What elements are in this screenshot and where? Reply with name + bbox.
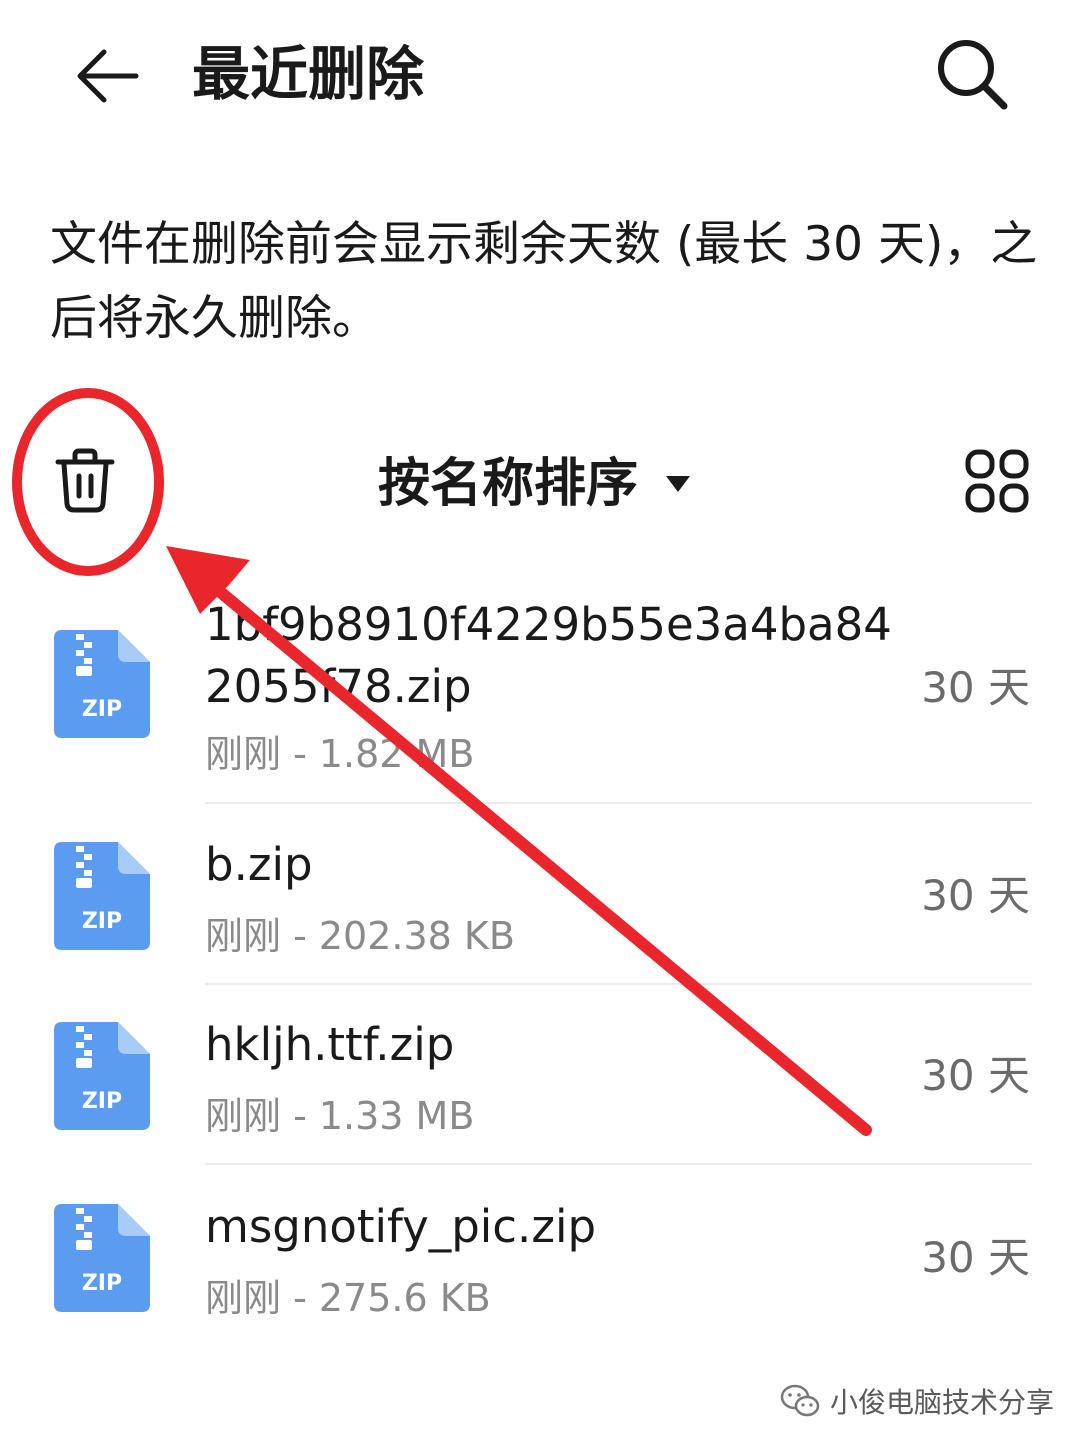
- search-button[interactable]: [930, 32, 1014, 116]
- arrow-left-icon: [77, 49, 139, 103]
- days-remaining: 30 天: [921, 1233, 1030, 1282]
- file-name: msgnotify_pic.zip: [205, 1200, 597, 1253]
- watermark: 小俊电脑技术分享: [780, 1376, 1054, 1426]
- file-list-item[interactable]: ZIP b.zip 刚刚 - 202.38 KB 30 天: [0, 820, 1080, 985]
- file-name: hkljh.ttf.zip: [205, 1018, 455, 1071]
- file-meta: 刚刚 - 275.6 KB: [205, 1276, 491, 1320]
- zip-file-icon: ZIP: [54, 1204, 150, 1312]
- zip-label: ZIP: [82, 1089, 122, 1114]
- file-meta: 刚刚 - 202.38 KB: [205, 914, 515, 958]
- page-title: 最近删除: [192, 40, 425, 108]
- zip-label: ZIP: [82, 909, 122, 934]
- days-remaining: 30 天: [921, 663, 1030, 712]
- caret-down-icon: [666, 476, 691, 492]
- file-list-item[interactable]: ZIP msgnotify_pic.zip 刚刚 - 275.6 KB 30 天: [0, 1182, 1080, 1347]
- zip-file-icon: ZIP: [54, 842, 150, 950]
- file-meta: 刚刚 - 1.33 MB: [205, 1094, 475, 1138]
- divider: [205, 802, 1032, 804]
- file-list-item[interactable]: ZIP hkljh.ttf.zip 刚刚 - 1.33 MB 30 天: [0, 1000, 1080, 1165]
- wechat-icon: [780, 1384, 820, 1417]
- zip-file-icon: ZIP: [54, 1022, 150, 1130]
- days-remaining: 30 天: [921, 871, 1030, 920]
- watermark-text: 小俊电脑技术分享: [830, 1386, 1055, 1419]
- divider: [205, 983, 1032, 985]
- file-meta: 刚刚 - 1.82 MB: [205, 732, 475, 776]
- retention-info-text: 文件在删除前会显示剩余天数 (最长 30 天)，之后将永久删除。: [50, 217, 1038, 346]
- trash-icon: [55, 448, 115, 513]
- search-icon: [938, 40, 1008, 110]
- zip-label: ZIP: [82, 1271, 122, 1296]
- sort-by-name-dropdown[interactable]: 按名称排序: [378, 446, 692, 522]
- grid-view-button[interactable]: [964, 448, 1030, 514]
- file-list-item[interactable]: ZIP 1bf9b8910f4229b55e3a4ba842055f78.zip…: [0, 590, 1080, 805]
- file-name: b.zip: [205, 838, 313, 891]
- sort-label: 按名称排序: [378, 454, 639, 514]
- file-name: 1bf9b8910f4229b55e3a4ba842055f78.zip: [205, 598, 892, 713]
- zip-file-icon: ZIP: [54, 630, 150, 738]
- delete-all-button[interactable]: [52, 446, 118, 516]
- back-button[interactable]: [70, 38, 146, 114]
- zip-label: ZIP: [82, 697, 122, 722]
- grid-view-icon: [965, 449, 1029, 513]
- divider: [205, 1163, 1032, 1165]
- days-remaining: 30 天: [921, 1051, 1030, 1100]
